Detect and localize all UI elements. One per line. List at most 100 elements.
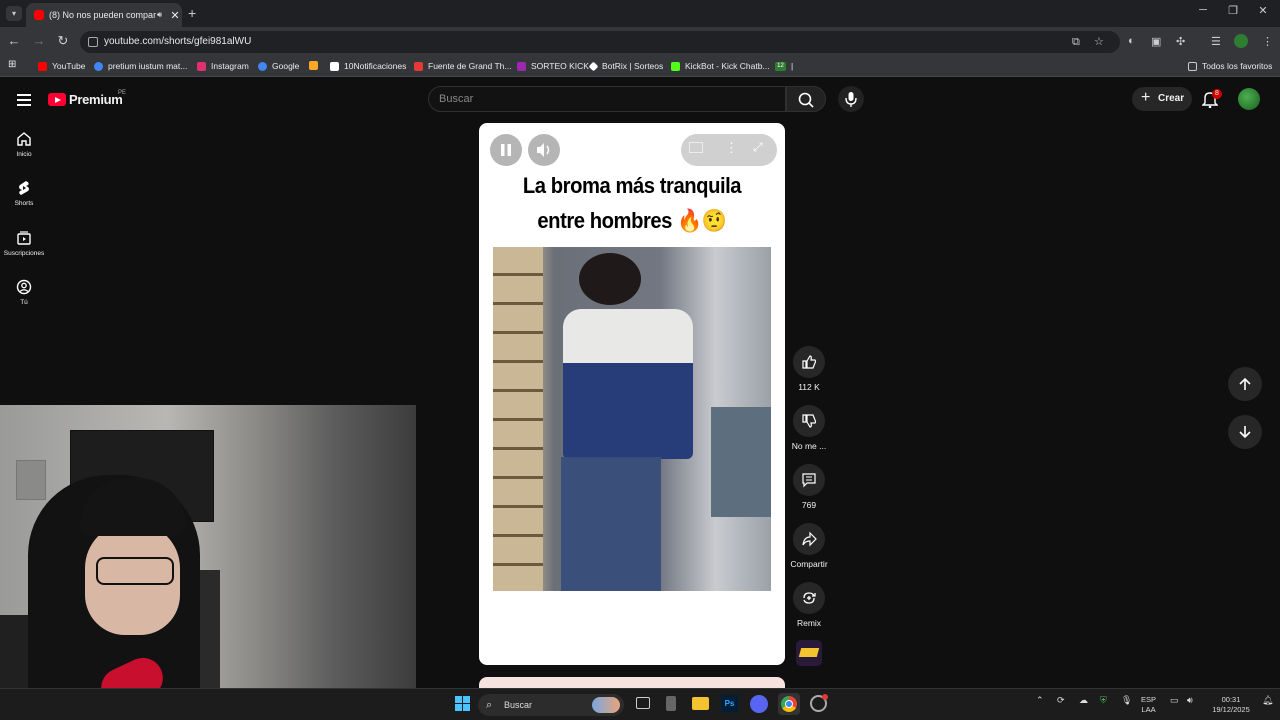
extension-icon[interactable]: ◐ xyxy=(1128,35,1135,47)
font-icon xyxy=(414,61,423,71)
defender-icon[interactable]: ⛨ xyxy=(1100,695,1107,705)
next-short-button[interactable] xyxy=(1228,415,1262,449)
tab-close-icon[interactable]: ✕ xyxy=(168,9,182,22)
folder-icon xyxy=(1188,61,1197,71)
bookmark-pretium[interactable]: pretium iustum mat... xyxy=(94,61,187,71)
pause-button[interactable] xyxy=(490,134,522,166)
notification-count-badge: 8 xyxy=(1212,89,1222,99)
bookmark-badge-12[interactable]: 12 | xyxy=(775,61,793,71)
comment-icon xyxy=(802,473,816,488)
star-icon xyxy=(517,61,526,71)
volume-tray-icon[interactable]: 🔊︎ xyxy=(1187,695,1193,705)
bookmark-instagram[interactable]: Instagram xyxy=(197,61,249,71)
search-input[interactable]: Buscar xyxy=(428,86,786,112)
bookmark-google[interactable]: Google xyxy=(258,61,299,71)
clock[interactable]: 00:31 19/12/2025 xyxy=(1206,695,1256,715)
tray-app-icon[interactable]: ⟳ xyxy=(1057,695,1065,705)
tab-title: (8) No nos pueden compar xyxy=(49,10,157,20)
tab-search-button[interactable]: ▾ xyxy=(6,6,22,21)
tray-chevron-icon[interactable]: ⌃ xyxy=(1036,695,1044,705)
apps-grid-icon[interactable]: ⊞ xyxy=(8,59,16,70)
youtube-premium-logo[interactable]: Premium PE xyxy=(48,90,126,107)
photoshop-icon[interactable]: Ps xyxy=(721,695,738,712)
restore-button[interactable]: ❐ xyxy=(1218,4,1248,17)
thumbs-down-icon xyxy=(802,414,817,428)
webcam-overlay xyxy=(0,405,416,720)
share-arrow-icon xyxy=(802,531,817,547)
captions-icon[interactable] xyxy=(689,142,703,153)
media-control-icon[interactable]: ☰ xyxy=(1211,35,1221,48)
audio-icon[interactable]: 🔊︎ xyxy=(157,10,162,20)
taskbar-search[interactable]: ⌕ Buscar xyxy=(478,694,624,716)
youtube-play-icon xyxy=(48,93,66,106)
user-circle-icon xyxy=(16,279,32,295)
sidebar-item-inicio[interactable]: Inicio xyxy=(0,131,48,158)
menu-dots-icon[interactable]: ⋮ xyxy=(1262,35,1273,48)
new-tab-button[interactable]: + xyxy=(188,5,196,21)
task-view-icon[interactable] xyxy=(636,697,650,709)
windows-start-icon[interactable] xyxy=(455,696,471,712)
all-bookmarks-folder[interactable]: Todos los favoritos xyxy=(1188,61,1272,71)
notification-center-icon[interactable]: 🔔︎ xyxy=(1262,695,1273,705)
language-indicator[interactable]: ESP LAA xyxy=(1141,695,1156,715)
network-icon[interactable]: ▭ xyxy=(1170,695,1179,705)
bookmark-10notificaciones[interactable]: 10Notificaciones xyxy=(330,61,406,71)
remix-button[interactable]: Remix xyxy=(784,582,834,628)
bookmark-gta[interactable]: Fuente de Grand Th... xyxy=(414,61,511,71)
bookmark-kickbot[interactable]: KickBot - Kick Chatb... xyxy=(671,61,770,71)
chrome-active-slot[interactable] xyxy=(778,693,800,715)
comments-button[interactable]: 769 xyxy=(784,464,834,510)
voice-search-button[interactable] xyxy=(838,86,864,112)
more-options-icon[interactable]: ⋮ xyxy=(725,140,738,156)
extension-icon-2[interactable]: ▣ xyxy=(1151,35,1161,48)
short-player[interactable]: ⋮ ⤢ La broma más tranquila entre hombres… xyxy=(479,123,785,665)
glasses xyxy=(96,557,174,585)
bookmark-star-icon[interactable]: ☆ xyxy=(1094,31,1104,53)
address-bar[interactable]: youtube.com/shorts/gfei981alWU ⧉ ☆ xyxy=(80,31,1120,53)
minimize-button[interactable]: ─ xyxy=(1188,4,1218,16)
share-button[interactable]: Compartir xyxy=(784,523,834,569)
bookmark-sorteo-kick[interactable]: SORTEO KICK xyxy=(517,61,589,71)
create-button[interactable]: Crear xyxy=(1132,86,1192,111)
back-button[interactable]: ← xyxy=(6,33,22,48)
microphone-tray-icon[interactable]: 🎙︎ xyxy=(1121,695,1132,705)
short-caption: La broma más tranquila entre hombres 🔥🤨 xyxy=(522,173,742,233)
site-info-icon[interactable] xyxy=(88,37,98,47)
volume-button[interactable] xyxy=(528,134,560,166)
profile-avatar[interactable] xyxy=(1234,34,1248,48)
app-icon-phone[interactable] xyxy=(666,696,676,711)
window-reflection xyxy=(711,407,771,517)
menu-hamburger-icon[interactable] xyxy=(17,94,31,109)
account-avatar[interactable] xyxy=(1238,88,1260,110)
reload-button[interactable]: ↻ xyxy=(55,33,71,49)
bookmark-youtube[interactable]: YouTube xyxy=(38,61,85,71)
previous-short-button[interactable] xyxy=(1228,367,1262,401)
fullscreen-icon[interactable]: ⤢ xyxy=(753,140,763,155)
tab-strip: ▾ (8) No nos pueden compar 🔊︎ ✕ + ─ ❐ ✕ xyxy=(0,0,1280,27)
search-button[interactable] xyxy=(786,86,826,112)
x-icon xyxy=(330,61,339,71)
sidebar-item-suscripciones[interactable]: Suscripciones xyxy=(0,230,48,257)
player-options-pill: ⋮ ⤢ xyxy=(681,134,777,166)
onedrive-icon[interactable]: ☁ xyxy=(1079,695,1088,705)
extensions-puzzle-icon[interactable]: ✣ xyxy=(1176,35,1185,48)
sound-thumbnail[interactable] xyxy=(796,640,822,666)
home-icon xyxy=(17,132,31,146)
video-frame xyxy=(493,247,771,591)
discord-icon[interactable] xyxy=(750,695,768,713)
close-window-button[interactable]: ✕ xyxy=(1248,4,1278,17)
forward-button[interactable]: → xyxy=(31,33,47,48)
youtube-icon xyxy=(38,61,47,71)
person-head xyxy=(579,253,641,305)
install-app-icon[interactable]: ⧉ xyxy=(1072,31,1080,53)
bookmark-botrix[interactable]: BotRix | Sorteos xyxy=(588,61,663,71)
bookmark-pinwheel[interactable] xyxy=(309,61,323,70)
kickbot-icon xyxy=(671,61,680,71)
volume-icon xyxy=(537,143,550,157)
sidebar-item-tu[interactable]: Tú xyxy=(0,279,48,306)
file-explorer-icon[interactable] xyxy=(692,697,709,710)
sidebar-item-shorts[interactable]: Shorts xyxy=(0,180,48,207)
like-button[interactable]: 112 K xyxy=(784,346,834,392)
dislike-button[interactable]: No me ... xyxy=(784,405,834,451)
tab-active[interactable]: (8) No nos pueden compar 🔊︎ ✕ xyxy=(26,3,182,27)
